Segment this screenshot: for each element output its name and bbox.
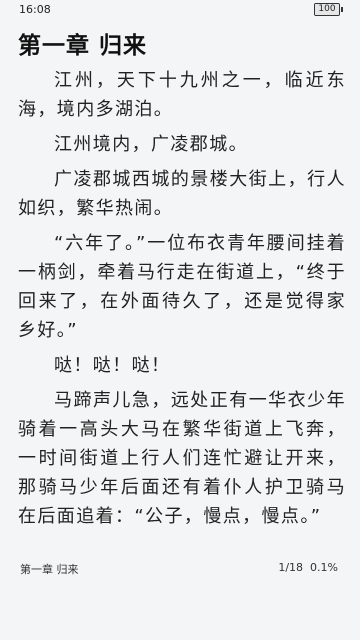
paragraph: “六年了。”一位布衣青年腰间挂着一柄剑，牵着马行走在街道上，“终于回来了，在外面… — [18, 233, 346, 341]
chapter-title: 第一章 归来 — [18, 33, 148, 59]
battery-cap — [341, 7, 343, 12]
paragraph: 哒！哒！哒！ — [54, 355, 171, 376]
read-percent: 0.1% — [310, 561, 338, 574]
page-indicator: 1/18 — [278, 561, 304, 574]
paragraph: 江州境内，广凌郡城。 — [54, 134, 248, 155]
status-time: 16:08 — [19, 3, 51, 16]
battery-level: 100 — [318, 4, 336, 14]
status-bar: 16:08 100 — [0, 0, 360, 22]
footer-chapter-label: 第一章 归来 — [20, 563, 79, 576]
paragraph: 广凌郡城西城的景楼大街上，行人如织，繁华热闹。 — [18, 169, 346, 219]
battery-icon: 100 — [314, 3, 343, 16]
paragraph: 江州，天下十九州之一，临近东海，境内多湖泊。 — [18, 70, 346, 120]
footer-progress: 1/18 0.1% — [278, 561, 338, 574]
paragraph: 马蹄声儿急，远处正有一华衣少年骑着一高头大马在繁华街道上飞奔，一时间街道上行人们… — [18, 390, 346, 527]
battery-body: 100 — [314, 3, 340, 16]
chapter-content[interactable]: 江州，天下十九州之一，临近东海，境内多湖泊。 江州境内，广凌郡城。 广凌郡城西城… — [18, 66, 346, 537]
reader-page[interactable]: 16:08 100 第一章 归来 江州，天下十九州之一，临近东海，境内多湖泊。 … — [0, 0, 360, 640]
